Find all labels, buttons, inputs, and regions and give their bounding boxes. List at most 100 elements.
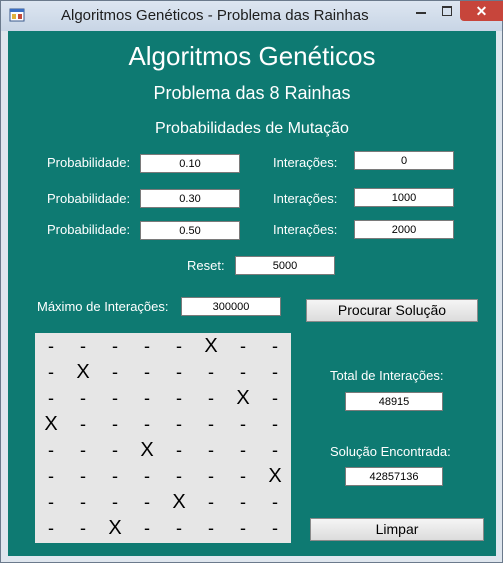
empty-cell: - bbox=[48, 518, 54, 538]
window-title: Algoritmos Genéticos - Problema das Rain… bbox=[61, 7, 369, 24]
empty-cell: - bbox=[112, 492, 118, 512]
total-iterations-label: Total de Interações: bbox=[330, 368, 444, 383]
iterations-label-2: Interações: bbox=[273, 191, 338, 206]
empty-cell: - bbox=[144, 518, 150, 538]
empty-cell: - bbox=[272, 388, 278, 408]
empty-cell: - bbox=[48, 336, 54, 356]
queen-cell: X bbox=[76, 361, 90, 383]
empty-cell: - bbox=[112, 414, 118, 434]
empty-cell: - bbox=[80, 518, 86, 538]
probability-label-1: Probabilidade: bbox=[47, 155, 131, 170]
empty-cell: - bbox=[208, 362, 214, 382]
empty-cell: - bbox=[144, 362, 150, 382]
empty-cell: - bbox=[272, 336, 278, 356]
iterations-input-1[interactable] bbox=[354, 151, 454, 170]
empty-cell: - bbox=[112, 388, 118, 408]
queen-cell: X bbox=[172, 491, 186, 513]
main-panel: Algoritmos Genéticos Problema das 8 Rain… bbox=[8, 31, 496, 556]
empty-cell: - bbox=[48, 388, 54, 408]
probability-input-3[interactable] bbox=[140, 221, 240, 240]
reset-label: Reset: bbox=[187, 258, 225, 273]
empty-cell: - bbox=[208, 414, 214, 434]
reset-input[interactable] bbox=[235, 256, 335, 275]
queen-cell: X bbox=[268, 465, 282, 487]
close-icon: ✕ bbox=[475, 3, 488, 19]
minimize-icon bbox=[416, 12, 426, 14]
iterations-input-3[interactable] bbox=[354, 220, 454, 239]
queen-cell: X bbox=[204, 335, 218, 357]
empty-cell: - bbox=[112, 466, 118, 486]
empty-cell: - bbox=[80, 466, 86, 486]
empty-cell: - bbox=[176, 388, 182, 408]
empty-cell: - bbox=[272, 414, 278, 434]
app-icon bbox=[9, 8, 25, 22]
maximize-button[interactable] bbox=[434, 1, 460, 21]
empty-cell: - bbox=[80, 388, 86, 408]
minimize-button[interactable] bbox=[408, 1, 434, 21]
empty-cell: - bbox=[144, 414, 150, 434]
empty-cell: - bbox=[144, 388, 150, 408]
empty-cell: - bbox=[176, 362, 182, 382]
empty-cell: - bbox=[240, 466, 246, 486]
maximize-icon bbox=[442, 6, 452, 16]
queen-cell: X bbox=[140, 439, 154, 461]
title-bar[interactable]: Algoritmos Genéticos - Problema das Rain… bbox=[1, 1, 503, 31]
empty-cell: - bbox=[272, 518, 278, 538]
empty-cell: - bbox=[48, 440, 54, 460]
probability-input-1[interactable] bbox=[140, 154, 240, 173]
empty-cell: - bbox=[176, 336, 182, 356]
search-solution-button[interactable]: Procurar Solução bbox=[306, 299, 478, 322]
max-iterations-input[interactable] bbox=[181, 297, 281, 316]
total-iterations-input[interactable] bbox=[345, 392, 443, 411]
empty-cell: - bbox=[144, 492, 150, 512]
empty-cell: - bbox=[240, 440, 246, 460]
empty-cell: - bbox=[48, 466, 54, 486]
queen-cell: X bbox=[236, 387, 250, 409]
empty-cell: - bbox=[240, 414, 246, 434]
empty-cell: - bbox=[80, 440, 86, 460]
empty-cell: - bbox=[240, 492, 246, 512]
empty-cell: - bbox=[240, 362, 246, 382]
empty-cell: - bbox=[208, 440, 214, 460]
empty-cell: - bbox=[208, 492, 214, 512]
empty-cell: - bbox=[48, 492, 54, 512]
empty-cell: - bbox=[176, 440, 182, 460]
chess-board: - - - - - X - - - X - - - - - - - - - - - - X - X - - - - - - - - - - X - - - -… bbox=[35, 333, 291, 543]
empty-cell: - bbox=[208, 466, 214, 486]
empty-cell: - bbox=[112, 336, 118, 356]
empty-cell: - bbox=[144, 466, 150, 486]
empty-cell: - bbox=[176, 518, 182, 538]
iterations-label-3: Interações: bbox=[273, 222, 338, 237]
empty-cell: - bbox=[144, 336, 150, 356]
probability-label-2: Probabilidade: bbox=[47, 191, 131, 206]
solution-found-label: Solução Encontrada: bbox=[330, 444, 451, 459]
empty-cell: - bbox=[272, 362, 278, 382]
page-subtitle: Problema das 8 Rainhas bbox=[153, 83, 351, 103]
empty-cell: - bbox=[208, 518, 214, 538]
empty-cell: - bbox=[80, 414, 86, 434]
empty-cell: - bbox=[272, 492, 278, 512]
app-window: Algoritmos Genéticos - Problema das Rain… bbox=[0, 0, 503, 563]
empty-cell: - bbox=[208, 388, 214, 408]
queen-cell: X bbox=[44, 413, 58, 435]
empty-cell: - bbox=[176, 414, 182, 434]
empty-cell: - bbox=[240, 518, 246, 538]
probability-input-2[interactable] bbox=[140, 189, 240, 208]
queen-cell: X bbox=[108, 517, 122, 539]
empty-cell: - bbox=[176, 466, 182, 486]
page-title: Algoritmos Genéticos bbox=[128, 41, 376, 71]
mutation-section-title: Probabilidades de Mutação bbox=[155, 120, 349, 137]
empty-cell: - bbox=[112, 440, 118, 460]
empty-cell: - bbox=[48, 362, 54, 382]
iterations-input-2[interactable] bbox=[354, 188, 454, 207]
clear-button[interactable]: Limpar bbox=[310, 518, 484, 541]
empty-cell: - bbox=[80, 336, 86, 356]
solution-found-input[interactable] bbox=[345, 467, 443, 486]
empty-cell: - bbox=[240, 336, 246, 356]
empty-cell: - bbox=[80, 492, 86, 512]
probability-label-3: Probabilidade: bbox=[47, 222, 131, 237]
close-button[interactable]: ✕ bbox=[460, 1, 503, 21]
iterations-label-1: Interações: bbox=[273, 155, 338, 170]
empty-cell: - bbox=[272, 440, 278, 460]
empty-cell: - bbox=[112, 362, 118, 382]
